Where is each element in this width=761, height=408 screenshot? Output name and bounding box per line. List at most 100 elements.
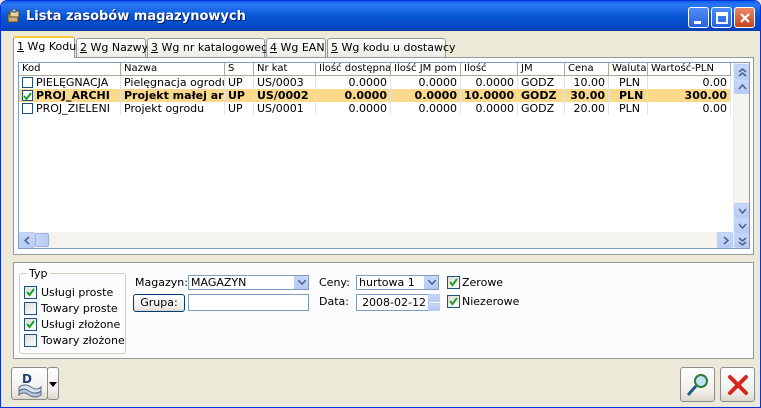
cell-kod: PIELĘGNACJA <box>33 76 121 89</box>
cancel-button[interactable] <box>720 367 755 402</box>
table-row[interactable]: PIELĘGNACJA Pielęgnacja ogrodu UP US/000… <box>19 76 731 89</box>
towary-zlozone-label[interactable]: Towary złożone <box>41 334 125 347</box>
horizontal-scroll-thumb[interactable] <box>35 233 49 247</box>
minimize-button[interactable] <box>688 7 709 28</box>
magazyn-value: MAGAZYN <box>191 276 247 289</box>
date-spinner[interactable] <box>428 294 440 311</box>
tab-wg-ean[interactable]: 4 Wg EAN <box>266 38 326 57</box>
col-header-waluta[interactable]: Waluta <box>609 63 648 76</box>
cell-kod: PROJ_ZIELENI <box>33 102 121 115</box>
checkmark-icon <box>26 320 35 329</box>
double-chevron-up-icon <box>738 68 747 77</box>
zerowe-checkbox[interactable] <box>447 276 460 289</box>
towary-proste-checkbox[interactable] <box>24 302 37 315</box>
col-header-wartosc-pln[interactable]: Wartość-PLN <box>648 63 731 76</box>
tab-wg-nr-katalogowego[interactable]: 3 Wg nr katalogowego <box>147 38 275 57</box>
scroll-bottom-button[interactable] <box>734 233 749 248</box>
grid-header: Kod Nazwa S Nr kat Ilość dostępna Ilość … <box>19 63 731 76</box>
cell-wartosc-pln: 0.00 <box>648 102 731 115</box>
scroll-right-button[interactable] <box>717 232 733 248</box>
vertical-scrollbar[interactable] <box>733 63 749 248</box>
data-field[interactable]: 2008-02-12 <box>356 294 429 311</box>
table-row[interactable]: PROJ_ZIELENI Projekt ogrodu UP US/0001 0… <box>19 102 731 115</box>
col-header-s[interactable]: S <box>225 63 254 76</box>
tab-label: Wg nr katalogowego <box>158 41 275 54</box>
cell-ilosc-jm-pom: 0.0000 <box>391 102 461 115</box>
cell-waluta: PLN <box>609 102 648 115</box>
maximize-button[interactable] <box>711 7 732 28</box>
cell-ilosc-jm-pom: 0.0000 <box>391 89 461 102</box>
tab-key: 5 <box>331 41 338 54</box>
cell-cena: 10.00 <box>565 76 609 89</box>
tab-wg-kodu[interactable]: 1 Wg Kodu <box>13 36 76 58</box>
cell-nr-kat: US/0002 <box>254 89 316 102</box>
niezerowe-label[interactable]: Niezerowe <box>462 295 519 308</box>
tab-wg-nazwy[interactable]: 2 Wg Nazwy <box>76 38 149 57</box>
svg-text:D: D <box>22 372 32 386</box>
grupa-button[interactable]: Grupa: <box>133 294 185 312</box>
chevron-right-icon <box>723 236 730 245</box>
cell-cena: 20.00 <box>565 102 609 115</box>
warehouse-icon <box>7 9 20 23</box>
cell-jm: GODZ <box>518 89 565 102</box>
ceny-value: hurtowa 1 <box>359 276 415 289</box>
row-checkbox[interactable] <box>22 90 33 101</box>
spin-down-button[interactable] <box>428 303 440 311</box>
close-icon <box>740 13 750 23</box>
row-checkbox[interactable] <box>22 103 33 114</box>
row-checkbox[interactable] <box>22 77 33 88</box>
uslugi-proste-label[interactable]: Usługi proste <box>41 286 113 299</box>
magazyn-label: Magazyn: <box>135 276 188 289</box>
tab-key: 4 <box>270 41 277 54</box>
scroll-page-down-button[interactable] <box>734 203 749 218</box>
towary-zlozone-checkbox[interactable] <box>24 334 37 347</box>
col-header-ilosc[interactable]: Ilość <box>461 63 518 76</box>
minimize-icon <box>694 21 701 24</box>
zerowe-label[interactable]: Zerowe <box>462 276 503 289</box>
document-menu-button[interactable]: D <box>11 367 48 400</box>
tab-wg-kodu-u-dostawcy[interactable]: 5 Wg kodu u dostawcy <box>327 38 456 57</box>
tab-label: Wg kodu u dostawcy <box>338 41 456 54</box>
scroll-top-button[interactable] <box>734 64 749 79</box>
dropdown-arrow[interactable] <box>294 276 308 289</box>
filter-panel: Typ Usługi proste Towary proste Usługi z… <box>13 262 754 359</box>
uslugi-zlozone-label[interactable]: Usługi złożone <box>41 318 120 331</box>
towary-proste-label[interactable]: Towary proste <box>41 302 118 315</box>
col-header-jm[interactable]: JM <box>518 63 565 76</box>
scroll-left-button[interactable] <box>19 232 35 248</box>
cell-jm: GODZ <box>518 102 565 115</box>
tab-label: Wg Nazwy <box>87 41 149 54</box>
cell-ilosc: 10.0000 <box>461 89 518 102</box>
search-button[interactable] <box>680 367 715 402</box>
cell-ilosc-jm-pom: 0.0000 <box>391 76 461 89</box>
cell-wartosc-pln: 300.00 <box>648 89 731 102</box>
niezerowe-checkbox[interactable] <box>447 295 460 308</box>
items-grid[interactable]: Kod Nazwa S Nr kat Ilość dostępna Ilość … <box>18 62 750 249</box>
scroll-page-up-button[interactable] <box>734 79 749 94</box>
list-panel: Kod Nazwa S Nr kat Ilość dostępna Ilość … <box>13 57 754 255</box>
uslugi-proste-checkbox[interactable] <box>24 286 37 299</box>
title-bar[interactable]: Lista zasobów magazynowych <box>1 1 760 31</box>
horizontal-scrollbar[interactable] <box>19 232 733 248</box>
grupa-field[interactable] <box>188 294 309 311</box>
magazyn-select[interactable]: MAGAZYN <box>188 275 309 290</box>
close-window-button[interactable] <box>734 7 755 28</box>
cell-nazwa: Pielęgnacja ogrodu <box>121 76 225 89</box>
col-header-kod[interactable]: Kod <box>19 63 121 76</box>
col-header-nr-kat[interactable]: Nr kat <box>254 63 316 76</box>
document-menu-dropdown[interactable] <box>47 367 59 400</box>
ceny-select[interactable]: hurtowa 1 <box>356 275 439 290</box>
table-row-selected[interactable]: PROJ_ARCHI Projekt małej arch UP US/0002… <box>19 89 731 102</box>
typ-group: Typ Usługi proste Towary proste Usługi z… <box>19 267 126 354</box>
col-header-ilosc-jm-pom[interactable]: Ilość JM pom <box>391 63 461 76</box>
dropdown-arrow[interactable] <box>424 276 438 289</box>
col-header-nazwa[interactable]: Nazwa <box>121 63 225 76</box>
spin-up-button[interactable] <box>428 294 440 302</box>
chevron-down-icon <box>738 223 747 230</box>
col-header-ilosc-dostepna[interactable]: Ilość dostępna <box>316 63 391 76</box>
col-header-cena[interactable]: Cena <box>565 63 609 76</box>
chevron-down-icon <box>428 280 436 285</box>
scroll-line-down-button[interactable] <box>734 218 749 233</box>
checkmark-icon <box>26 288 35 297</box>
uslugi-zlozone-checkbox[interactable] <box>24 318 37 331</box>
